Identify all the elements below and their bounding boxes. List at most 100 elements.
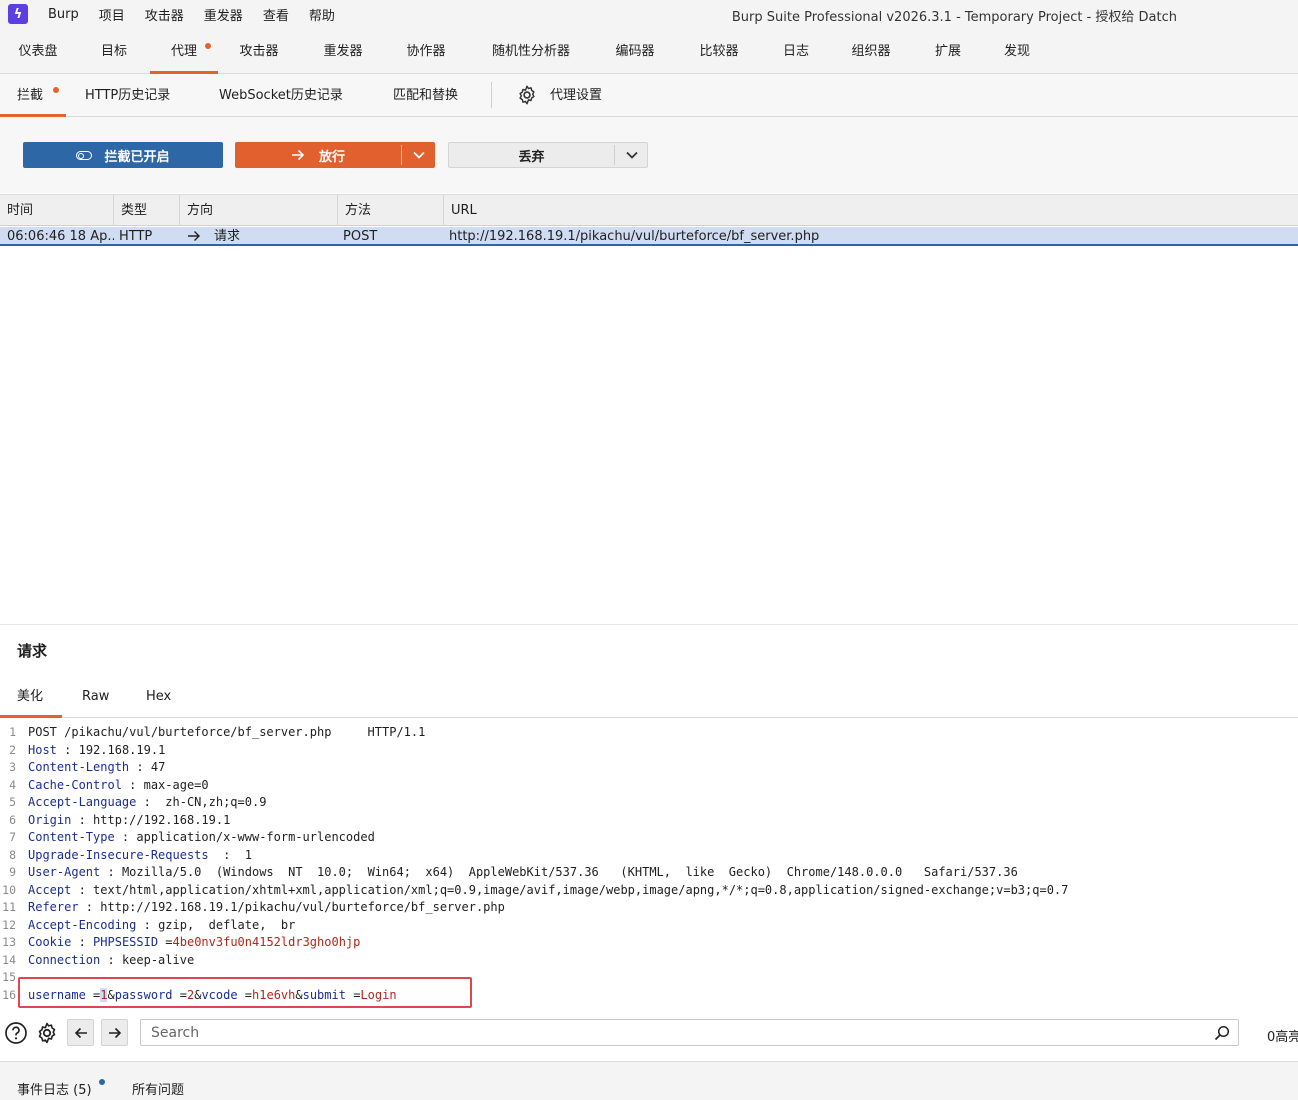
header-value: Mozilla/5.0 (Windows NT 10.0; Win64; x64… [121,865,1018,879]
all-issues-tab[interactable]: 所有问题 [132,1079,184,1098]
param-separator: & [107,987,115,1002]
tab-hex[interactable]: Hex [146,678,171,718]
intercept-toggle-button[interactable]: 拦截已开启 [23,142,223,168]
search-icon[interactable] [1214,1025,1230,1041]
drop-main[interactable]: 丢弃 [449,143,614,167]
subtab-divider [491,82,492,108]
drop-button[interactable]: 丢弃 [448,142,648,168]
header-value: keep-alive [121,952,195,967]
line-code: POST /pikachu/vul/burteforce/bf_server.p… [28,724,425,742]
header-name: Origin [28,812,72,827]
row-direction: 请求 [214,229,241,244]
tab-organizer[interactable]: 组织器 [846,28,896,74]
tab-dashboard[interactable]: 仪表盘 [14,28,62,74]
column-type[interactable]: 类型 [114,195,180,226]
event-log-tab[interactable]: 事件日志 (5) [17,1079,92,1098]
header-value: gzip, deflate, br [158,917,296,932]
help-icon[interactable] [4,1021,28,1045]
line-code: Referer : http://192.168.19.1/pikachu/vu… [28,899,505,917]
request-line-text: POST /pikachu/vul/burteforce/bf_server.p… [28,725,426,739]
line-number: 6 [9,812,16,827]
menu-intruder[interactable]: 攻击器 [145,5,184,24]
tab-intruder[interactable]: 攻击器 [234,28,284,74]
settings-gear-icon[interactable] [35,1021,59,1045]
subtab-websocket-history[interactable]: WebSocket历史记录 [219,74,343,117]
table-row[interactable]: 06:06:46 18 Ap... HTTP 请求 POST http://19… [0,227,1298,246]
next-match-button[interactable] [101,1019,128,1046]
tab-sequencer[interactable]: 随机性分析器 [485,28,577,74]
column-time[interactable]: 时间 [0,195,114,226]
tab-raw[interactable]: Raw [82,678,109,718]
forward-button[interactable]: 放行 [235,142,435,168]
param-name: vcode [201,987,238,1002]
header-name: Accept-Language [28,795,137,809]
line-code: Accept-Language : zh-CN,zh;q=0.9 [28,794,266,812]
menu-project[interactable]: 项目 [99,5,125,24]
forward-main[interactable]: 放行 [235,142,401,168]
header-name: Connection [28,952,101,967]
param-separator: & [295,987,303,1002]
tab-repeater[interactable]: 重发器 [318,28,368,74]
subtab-proxy-settings[interactable]: 代理设置 [550,74,602,117]
header-separator: : [129,760,151,774]
search-input[interactable] [140,1019,1239,1046]
tab-decoder[interactable]: 编码器 [610,28,660,74]
previous-match-button[interactable] [67,1019,94,1046]
drop-dropdown[interactable] [615,143,648,167]
line-number: 10 [2,882,16,897]
header-value: http://192.168.19.1/pikachu/vul/burtefor… [100,900,505,914]
menu-repeater[interactable]: 重发器 [204,5,243,24]
header-separator: : [71,812,94,827]
main-tab-bar: 仪表盘 目标 代理 攻击器 重发器 协作器 随机性分析器 编码器 比较器 日志 … [0,28,1298,74]
line-number: 11 [2,900,16,914]
gear-icon[interactable] [516,84,538,106]
header-value: max-age=0 [143,777,209,792]
menu-view[interactable]: 查看 [263,5,289,24]
subtab-intercept[interactable]: 拦截 [0,74,66,117]
cookie-equals: = [158,935,173,949]
header-name: Host [28,742,57,757]
request-editor[interactable]: 1 POST /pikachu/vul/burteforce/bf_server.… [0,721,1298,1011]
menu-bar: ϟ Burp 项目 攻击器 重发器 查看 帮助 Burp Suite Profe… [0,0,1298,28]
header-value: application/x-www-form-urlencoded [136,830,375,844]
window-title: Burp Suite Professional v2026.3.1 - Temp… [731,10,1177,25]
menu-help[interactable]: 帮助 [309,5,335,24]
line-code: Cache-Control : max-age=0 [28,777,209,795]
header-separator: : [71,935,94,949]
tab-logger[interactable]: 日志 [778,28,814,74]
subtab-match-replace[interactable]: 匹配和替换 [393,74,458,117]
header-name: Cookie [28,935,72,949]
header-separator: : [100,952,122,967]
header-name: Accept [28,882,72,897]
header-separator: : [56,742,79,757]
tab-discovery[interactable]: 发现 [999,28,1035,74]
line-number: 2 [9,742,16,757]
header-name: Referer [28,900,79,914]
line-code: Upgrade-Insecure-Requests : 1 [28,847,252,865]
footer-bar: 事件日志 (5) 所有问题 [0,1061,1298,1100]
tab-comparer[interactable]: 比较器 [694,28,744,74]
proxy-notification-dot [205,43,211,49]
tab-pretty[interactable]: 美化 [0,678,62,718]
line-number: 14 [2,952,16,967]
line-code: Host : 192.168.19.1 [28,742,165,760]
subtab-http-history[interactable]: HTTP历史记录 [85,74,170,117]
header-separator: : [136,917,159,932]
param-name: submit [302,987,346,1002]
tab-extensions[interactable]: 扩展 [930,28,966,74]
line-number: 3 [9,760,16,774]
forward-dropdown[interactable] [402,142,435,168]
menu-burp[interactable]: Burp [48,7,79,22]
tab-proxy[interactable]: 代理 [150,28,218,74]
column-method[interactable]: 方法 [338,195,444,226]
column-url[interactable]: URL [444,195,1298,226]
tab-target[interactable]: 目标 [94,28,134,74]
arrow-right-icon [108,1027,121,1038]
row-time: 06:06:46 18 Ap... [7,229,114,244]
proxy-sub-tab-bar: 拦截 HTTP历史记录 WebSocket历史记录 匹配和替换 代理设置 [0,74,1298,117]
header-separator: : [121,777,144,792]
tab-collaborator[interactable]: 协作器 [401,28,451,74]
line-number: 1 [9,725,16,739]
row-method: POST [343,229,378,244]
column-direction[interactable]: 方向 [180,195,338,226]
